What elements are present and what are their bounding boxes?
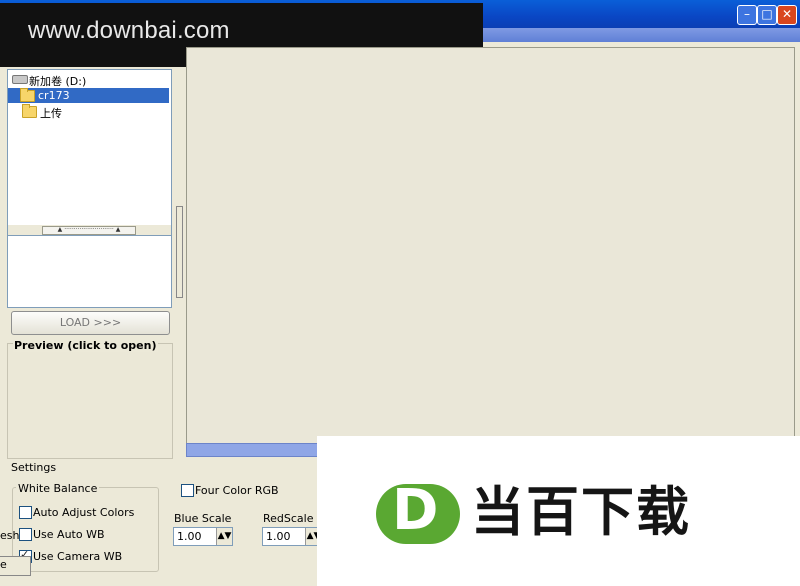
blue-scale-spinner[interactable]: 1.00 ▲▼ (173, 527, 233, 546)
load-button[interactable]: LOAD >>> (11, 311, 170, 335)
red-scale-value: 1.00 (266, 530, 291, 543)
truncated-label: esh (0, 529, 20, 542)
horizontal-scrollbar[interactable] (186, 443, 322, 457)
spin-arrows-icon[interactable]: ▲▼ (216, 528, 232, 545)
image-view-area[interactable] (186, 47, 795, 444)
tree-item-label: cr173 (38, 89, 70, 102)
close-button[interactable]: ✕ (777, 5, 797, 25)
tree-item-drive[interactable]: 新加卷 (D:) (8, 72, 169, 88)
settings-label: Settings (11, 461, 57, 474)
preview-title: Preview (click to open) (13, 339, 158, 352)
use-auto-wb-checkbox[interactable] (19, 528, 32, 541)
tree-item-label: 上传 (40, 107, 62, 120)
maximize-icon: □ (761, 7, 773, 21)
tree-item-upload[interactable]: 上传 (8, 104, 169, 120)
truncated-label-2: e (0, 558, 7, 571)
logo-letter: D (392, 478, 439, 543)
auto-adjust-colors-checkbox[interactable] (19, 506, 32, 519)
preview-panel[interactable] (7, 343, 173, 459)
maximize-button[interactable]: □ (757, 5, 777, 25)
tree-item-label: 新加卷 (D:) (29, 75, 87, 88)
drive-icon (12, 75, 28, 84)
vertical-splitter[interactable] (176, 206, 183, 298)
four-color-rgb-label: Four Color RGB (195, 484, 279, 497)
folder-icon (22, 104, 37, 118)
blue-scale-value: 1.00 (177, 530, 202, 543)
four-color-rgb-checkbox[interactable] (181, 484, 194, 497)
minimize-button[interactable]: – (737, 5, 757, 25)
use-camera-wb-label: Use Camera WB (33, 550, 123, 563)
use-auto-wb-label: Use Auto WB (33, 528, 105, 541)
auto-adjust-colors-label: Auto Adjust Colors (33, 506, 135, 519)
close-icon: ✕ (781, 7, 793, 21)
logo-text: 当百下载 (471, 482, 691, 543)
white-balance-title: White Balance (16, 482, 100, 495)
folder-tree[interactable]: 新加卷 (D:) cr173 上传 (7, 69, 172, 227)
splitter-handle[interactable]: ▲ ·························· ▲ (42, 226, 136, 235)
minimize-icon: – (744, 7, 750, 21)
blue-scale-label: Blue Scale (174, 512, 232, 525)
red-scale-spinner[interactable]: 1.00 ▲▼ (262, 527, 322, 546)
folder-icon (20, 88, 35, 102)
watermark-text: www.downbai.com (28, 17, 230, 44)
tree-item-cr173[interactable]: cr173 (8, 88, 169, 103)
red-scale-label: RedScale (263, 512, 314, 525)
file-list[interactable] (7, 235, 172, 308)
